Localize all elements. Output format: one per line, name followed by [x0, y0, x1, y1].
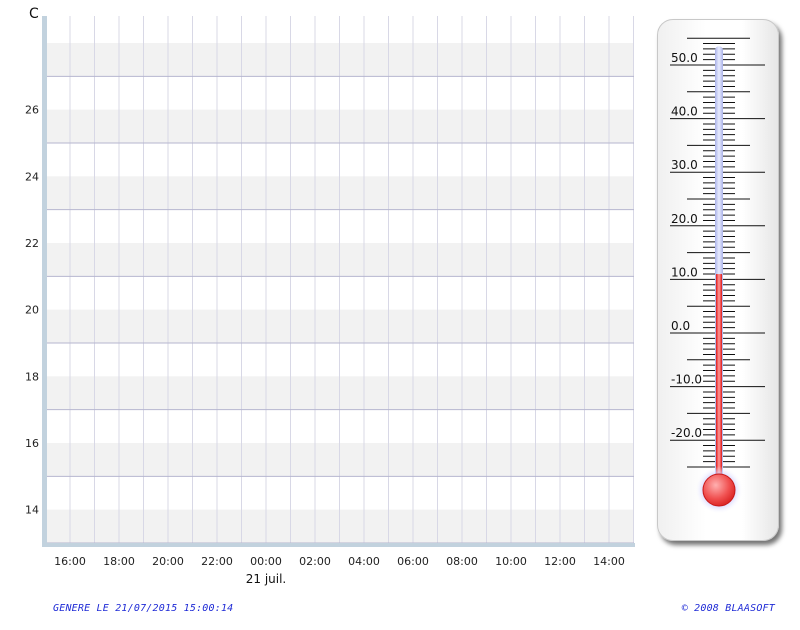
x-tick-label: 16:00 — [54, 555, 86, 568]
thermometer-bulb — [702, 473, 736, 507]
y-tick-label: 16 — [25, 437, 39, 450]
x-tick-label: 06:00 — [397, 555, 429, 568]
y-tick-label: 24 — [25, 170, 39, 183]
x-tick-label: 14:00 — [593, 555, 625, 568]
date-marker: 21 juil. — [246, 572, 287, 586]
generated-timestamp: GENERE LE 21/07/2015 15:00:14 — [53, 603, 234, 614]
temperature-chart: 14 16 18 20 22 24 26 16:00 18:00 20:00 22:00 00:00… — [25, 6, 635, 586]
y-tick-label: 18 — [25, 370, 39, 383]
thermometer-label: -20.0 — [671, 426, 702, 440]
x-tick-label: 04:00 — [348, 555, 380, 568]
thermometer-label: 0.0 — [671, 319, 690, 333]
x-tick-label: 18:00 — [103, 555, 135, 568]
thermometer-label: -10.0 — [671, 373, 702, 387]
y-axis-labels: 14 16 18 20 22 24 26 — [25, 104, 39, 517]
y-axis-unit: C — [29, 6, 39, 22]
y-tick-label: 22 — [25, 237, 39, 250]
copyright-notice: © 2008 BLAASOFT — [681, 603, 775, 614]
thermometer-fill — [716, 274, 722, 480]
thermometer-label: 30.0 — [671, 158, 698, 172]
thermometer: 50.0 40.0 30.0 20.0 10.0 0.0 -10.0 -20.0 — [670, 37, 765, 514]
y-tick-label: 26 — [25, 104, 39, 117]
thermometer-labels: 50.0 40.0 30.0 20.0 10.0 0.0 -10.0 -20.0 — [671, 51, 702, 440]
x-axis — [42, 543, 635, 547]
y-tick-label: 14 — [25, 504, 39, 517]
x-tick-label: 12:00 — [544, 555, 576, 568]
x-tick-label: 10:00 — [495, 555, 527, 568]
y-tick-label: 20 — [25, 304, 39, 317]
thermometer-label: 20.0 — [671, 212, 698, 226]
thermometer-panel: 50.0 40.0 30.0 20.0 10.0 0.0 -10.0 -20.0 — [657, 19, 779, 541]
x-tick-label: 22:00 — [201, 555, 233, 568]
x-tick-label: 00:00 — [250, 555, 282, 568]
y-axis — [42, 16, 47, 546]
thermometer-label: 50.0 — [671, 51, 698, 65]
x-tick-label: 02:00 — [299, 555, 331, 568]
x-tick-label: 20:00 — [152, 555, 184, 568]
thermometer-label: 40.0 — [671, 105, 698, 119]
x-tick-label: 08:00 — [446, 555, 478, 568]
thermometer-label: 10.0 — [671, 265, 698, 279]
